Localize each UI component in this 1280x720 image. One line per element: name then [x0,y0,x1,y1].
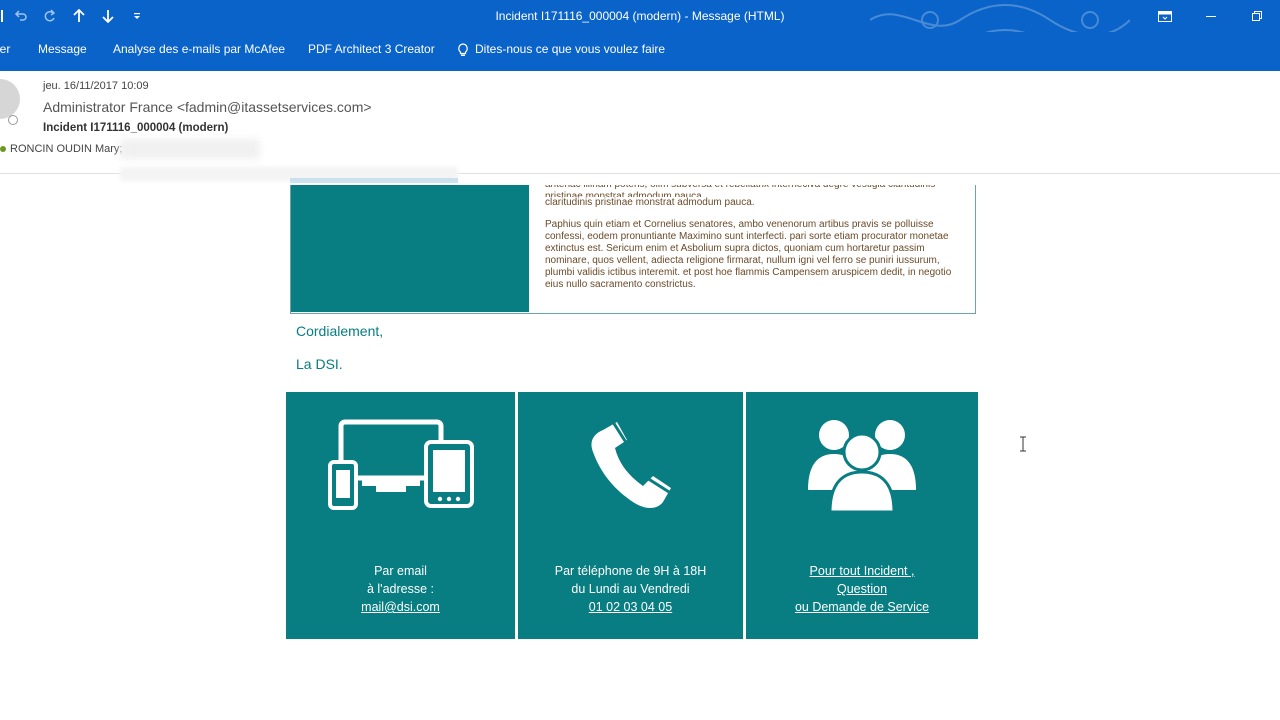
tell-me-box[interactable]: Dites-nous ce que vous voulez faire [457,32,665,67]
redacted-recipients [120,139,260,159]
window-controls [1142,0,1280,32]
tab-file[interactable]: ier [0,32,10,67]
presence-status-icon [8,115,18,125]
signature-text: La DSI. [296,356,343,372]
body-top-decoration [290,178,458,183]
title-bar: Incident I171116_000004 (modern) - Messa… [0,0,1280,61]
message-subject: Incident I171116_000004 (modern) [43,122,229,134]
text-cursor-icon [1020,436,1026,452]
closing-text: Cordialement, [296,323,384,339]
teal-image-block [291,185,529,312]
phone-icon [518,418,743,514]
recipient-presence-icon [0,146,6,152]
users-group-icon [746,418,978,514]
sender[interactable]: Administrator France <fadmin@itassetserv… [43,99,372,115]
lorem-text: antehac illinam potens, olim subversa et… [545,185,963,299]
newsletter-panel: antehac illinam potens, olim subversa et… [290,185,976,314]
question-link[interactable]: Question [746,580,978,598]
tile-phone: Par téléphone de 9H à 18H du Lundi au Ve… [518,392,743,639]
tile-email: Par email à l'adresse : mail@dsi.com [286,392,515,639]
sent-date: jeu. 16/11/2017 10:09 [43,80,149,92]
recipient-to[interactable]: RONCIN OUDIN Mary; [10,143,122,155]
avatar [0,79,20,119]
devices-icon [286,418,515,510]
lightbulb-icon [458,42,468,56]
tile-phone-line2: du Lundi au Vendredi [571,582,690,596]
tab-message[interactable]: Message [38,32,87,67]
phone-link[interactable]: 01 02 03 04 05 [518,598,743,616]
message-header: jeu. 16/11/2017 10:09 Administrator Fran… [0,71,1280,181]
lorem-paragraph-top: antehac illinam potens, olim subversa et… [545,185,935,197]
tile-email-line2: à l'adresse : [366,582,434,596]
minimize-icon[interactable] [1188,0,1234,32]
ribbon-tabs: ier Message Analyse des e-mails par McAf… [0,32,1280,71]
tile-email-line1: Par email [374,564,427,578]
window-title: Incident I171116_000004 (modern) - Messa… [495,9,785,23]
tile-phone-line1: Par téléphone de 9H à 18H [554,564,707,578]
ribbon-display-options-icon[interactable] [1142,0,1188,32]
email-link[interactable]: mail@dsi.com [286,598,515,616]
recipients: RONCIN OUDIN Mary; [0,143,122,155]
tile-service-request: Pour tout Incident , Question ou Demande… [746,392,978,639]
contact-tiles: Par email à l'adresse : mail@dsi.com Par… [286,392,978,639]
incident-link[interactable]: Pour tout Incident , [746,562,978,580]
lorem-paragraph-main: Paphius quin etiam et Cornelius senatore… [545,219,952,290]
service-request-link[interactable]: ou Demande de Service [746,598,978,616]
tab-mcafee[interactable]: Analyse des e-mails par McAfee [113,32,285,67]
tab-pdf-architect[interactable]: PDF Architect 3 Creator [308,32,435,67]
lorem-paragraph-top-tail: claritudinis pristinae monstrat admodum … [545,197,755,208]
restore-icon[interactable] [1234,0,1280,32]
tell-me-label: Dites-nous ce que vous voulez faire [475,42,666,56]
